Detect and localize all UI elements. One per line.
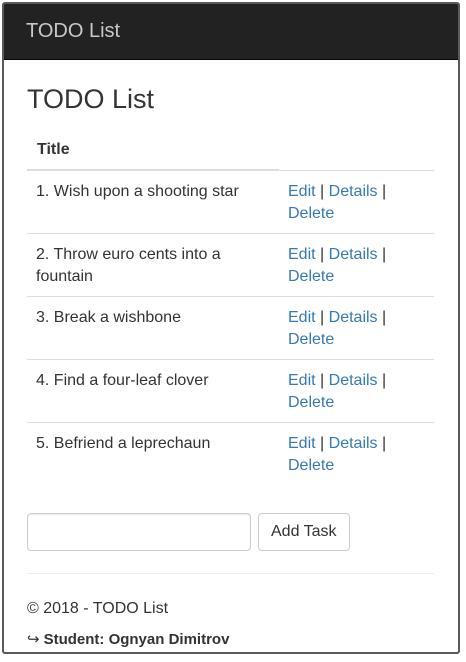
edit-link[interactable]: Edit bbox=[288, 435, 316, 452]
tasks-table: Title 1. Wish upon a shooting star Edit … bbox=[27, 133, 434, 485]
separator: | bbox=[382, 245, 387, 263]
task-actions: Edit | Details | Delete bbox=[279, 169, 434, 233]
separator: | bbox=[320, 371, 325, 389]
footer: © 2018 - TODO List ↪ Student: Ognyan Dimi… bbox=[27, 574, 434, 648]
task-input[interactable] bbox=[27, 512, 251, 551]
details-link[interactable]: Details bbox=[329, 309, 378, 326]
details-link[interactable]: Details bbox=[329, 183, 378, 200]
browser-frame: TODO List TODO List Title 1. Wish upon a… bbox=[2, 2, 460, 654]
separator: | bbox=[320, 308, 325, 326]
delete-link[interactable]: Delete bbox=[288, 331, 334, 348]
table-header-row: Title bbox=[27, 133, 434, 171]
separator: | bbox=[320, 245, 325, 263]
delete-link[interactable]: Delete bbox=[288, 457, 334, 474]
separator: | bbox=[382, 434, 387, 452]
separator: | bbox=[320, 182, 325, 200]
task-actions: Edit | Details | Delete bbox=[279, 295, 434, 359]
copyright-text: © 2018 - TODO List bbox=[27, 599, 169, 617]
details-link[interactable]: Details bbox=[329, 246, 378, 263]
details-link[interactable]: Details bbox=[329, 372, 378, 389]
table-row: 3. Break a wishbone Edit | Details | Del… bbox=[27, 295, 434, 359]
navbar: TODO List bbox=[4, 4, 458, 60]
add-task-form: Add Task bbox=[27, 512, 434, 551]
edit-link[interactable]: Edit bbox=[288, 309, 316, 326]
title-column-header: Title bbox=[27, 133, 279, 171]
actions-column-header bbox=[279, 133, 434, 171]
edit-link[interactable]: Edit bbox=[288, 246, 316, 263]
separator: | bbox=[382, 182, 387, 200]
separator: | bbox=[320, 434, 325, 452]
task-actions: Edit | Details | Delete bbox=[279, 421, 434, 485]
details-link[interactable]: Details bbox=[329, 435, 378, 452]
table-row: 1. Wish upon a shooting star Edit | Deta… bbox=[27, 169, 434, 233]
student-label: Student: Ognyan Dimitrov bbox=[43, 630, 230, 648]
delete-link[interactable]: Delete bbox=[288, 205, 334, 222]
task-title: 1. Wish upon a shooting star bbox=[27, 169, 279, 233]
delete-link[interactable]: Delete bbox=[288, 394, 334, 411]
page-title: TODO List bbox=[27, 84, 155, 114]
navbar-brand[interactable]: TODO List bbox=[26, 20, 120, 43]
task-actions: Edit | Details | Delete bbox=[279, 358, 434, 422]
table-row: 2. Throw euro cents into a fountain Edit… bbox=[27, 232, 434, 296]
delete-link[interactable]: Delete bbox=[288, 268, 334, 285]
separator: | bbox=[382, 371, 387, 389]
task-title: 2. Throw euro cents into a fountain bbox=[27, 232, 279, 296]
task-title: 5. Befriend a leprechaun bbox=[27, 421, 279, 485]
task-title: 3. Break a wishbone bbox=[27, 295, 279, 359]
arrow-icon: ↪ bbox=[27, 630, 40, 648]
edit-link[interactable]: Edit bbox=[288, 372, 316, 389]
add-task-button[interactable]: Add Task bbox=[258, 512, 350, 551]
table-row: 4. Find a four-leaf clover Edit | Detail… bbox=[27, 358, 434, 422]
table-row: 5. Befriend a leprechaun Edit | Details … bbox=[27, 421, 434, 485]
separator: | bbox=[382, 308, 387, 326]
student-credit: ↪ Student: Ognyan Dimitrov bbox=[27, 630, 434, 648]
task-actions: Edit | Details | Delete bbox=[279, 232, 434, 296]
main-container: TODO List Title 1. Wish upon a shooting … bbox=[4, 82, 458, 648]
edit-link[interactable]: Edit bbox=[288, 183, 316, 200]
task-title: 4. Find a four-leaf clover bbox=[27, 358, 279, 422]
